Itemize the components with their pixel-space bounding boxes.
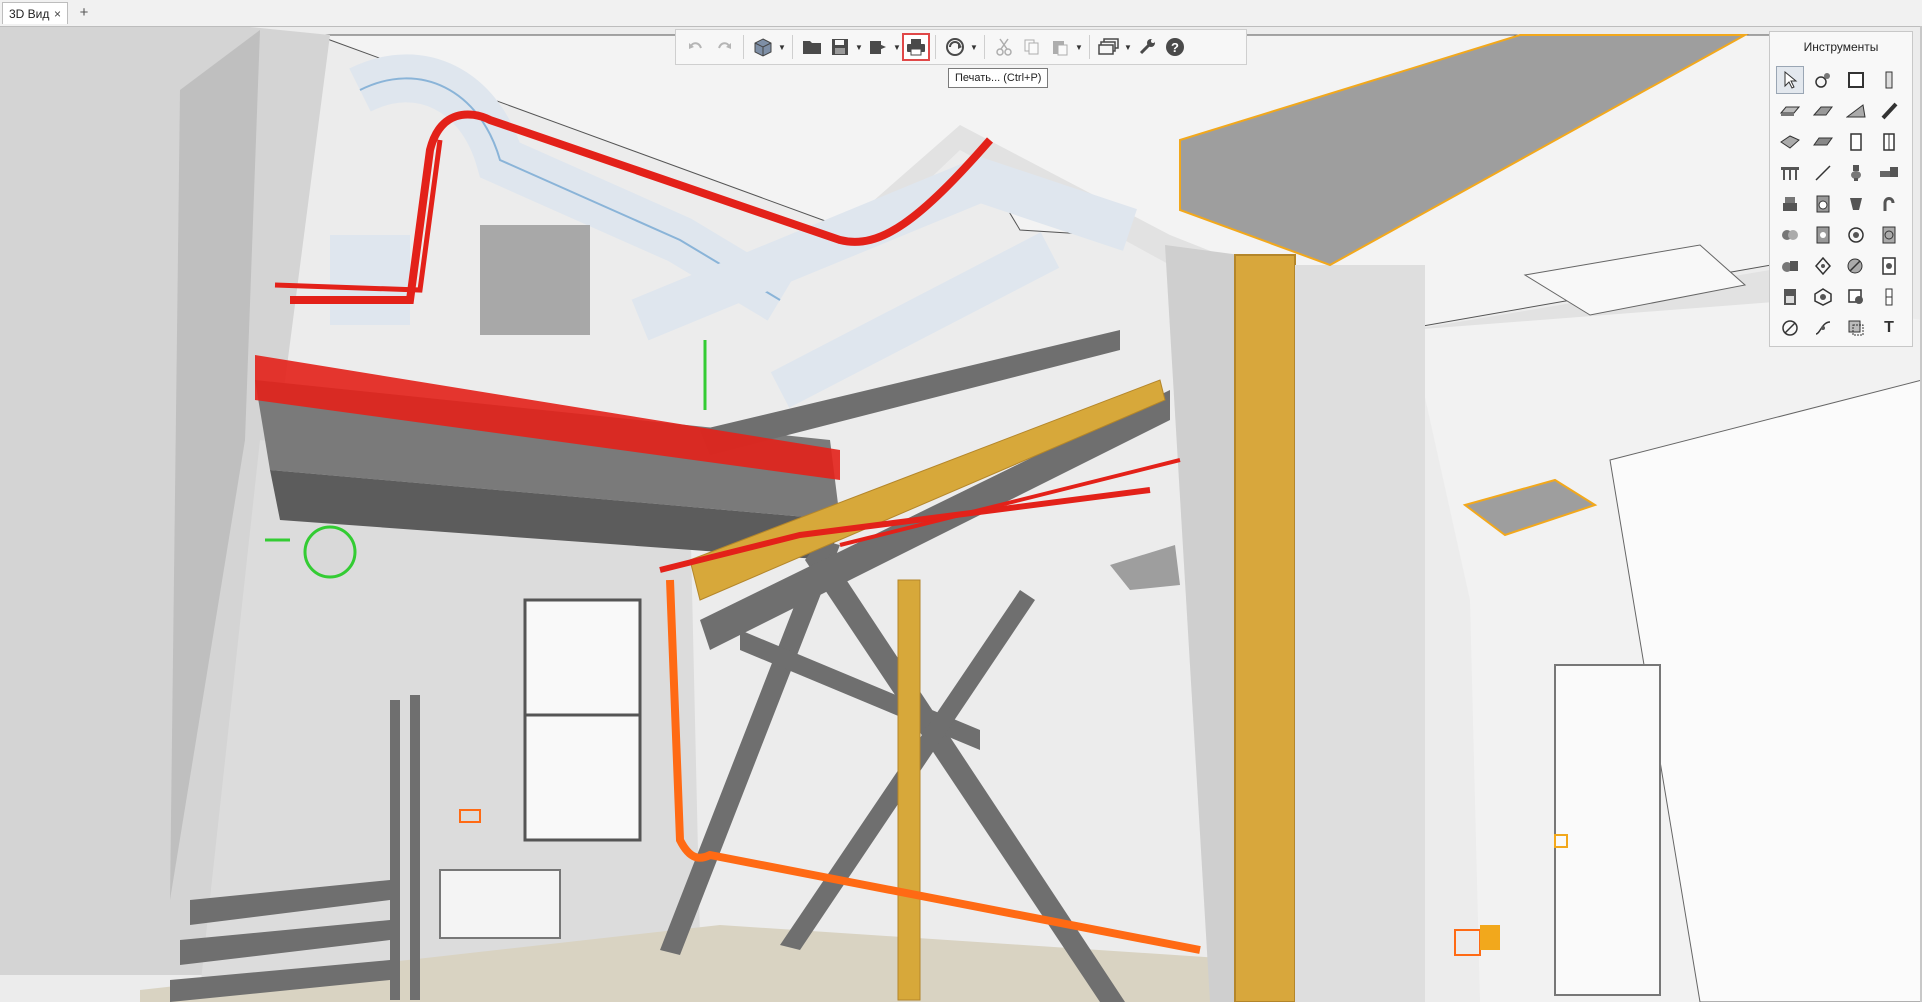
fan-icon[interactable] xyxy=(1875,221,1903,249)
lamp-icon[interactable] xyxy=(1809,252,1837,280)
document-tabbar: 3D Вид × + xyxy=(0,0,1922,27)
help-icon[interactable]: ? xyxy=(1161,33,1189,61)
add-tab-button[interactable]: + xyxy=(74,3,94,23)
3d-scene xyxy=(0,27,1922,1002)
equipment-icon[interactable] xyxy=(1776,252,1804,280)
print-icon[interactable] xyxy=(902,33,930,61)
switch-icon[interactable] xyxy=(1875,252,1903,280)
slab-icon[interactable] xyxy=(1776,97,1804,125)
fill-icon[interactable] xyxy=(1842,314,1870,342)
toilet-icon[interactable] xyxy=(1842,159,1870,187)
toolbar-separator xyxy=(743,35,744,59)
pump-icon[interactable] xyxy=(1842,221,1870,249)
toolbar-separator xyxy=(1089,35,1090,59)
export-icon[interactable] xyxy=(864,33,892,61)
main-toolbar: ▼ ▼ ▼ ▼ ▼ ▼ ? xyxy=(675,29,1247,65)
tools-panel: Инструменты T xyxy=(1769,31,1913,347)
wrench-icon[interactable] xyxy=(1133,33,1161,61)
fitting-icon[interactable] xyxy=(1842,190,1870,218)
undo-icon[interactable] xyxy=(682,33,710,61)
sync-icon[interactable] xyxy=(941,33,969,61)
chevron-down-icon[interactable]: ▼ xyxy=(1123,33,1133,61)
copy-icon[interactable] xyxy=(1018,33,1046,61)
cable-icon[interactable] xyxy=(1875,283,1903,311)
pointer-icon[interactable] xyxy=(1776,66,1804,94)
hatch-icon[interactable] xyxy=(1776,314,1804,342)
toolbar-separator xyxy=(792,35,793,59)
cut-icon[interactable] xyxy=(990,33,1018,61)
sensor-icon[interactable] xyxy=(1809,283,1837,311)
sink-icon[interactable] xyxy=(1776,190,1804,218)
valve-icon[interactable] xyxy=(1776,221,1804,249)
toolbar-separator xyxy=(935,35,936,59)
stairs-icon[interactable] xyxy=(1842,97,1870,125)
tools-grid: T xyxy=(1776,66,1908,342)
tools-panel-title: Инструменты xyxy=(1803,40,1879,54)
line-icon[interactable] xyxy=(1809,159,1837,187)
rectangle-tool-icon[interactable] xyxy=(1842,66,1870,94)
chevron-down-icon[interactable]: ▼ xyxy=(1074,33,1084,61)
toolbar-separator xyxy=(984,35,985,59)
boiler-icon[interactable] xyxy=(1809,221,1837,249)
duct-icon[interactable] xyxy=(1875,190,1903,218)
chevron-down-icon[interactable]: ▼ xyxy=(777,33,787,61)
tab-label: 3D Вид xyxy=(9,7,50,21)
wall-icon[interactable] xyxy=(1776,128,1804,156)
shape-tool-icon[interactable] xyxy=(1809,66,1837,94)
railing-icon[interactable] xyxy=(1776,159,1804,187)
chevron-down-icon[interactable]: ▼ xyxy=(969,33,979,61)
roof-icon[interactable] xyxy=(1809,97,1837,125)
outlet-icon[interactable] xyxy=(1842,283,1870,311)
chevron-down-icon[interactable]: ▼ xyxy=(892,33,902,61)
svg-text:?: ? xyxy=(1171,40,1179,55)
curtain-icon[interactable] xyxy=(1809,128,1837,156)
text-icon[interactable]: T xyxy=(1875,314,1903,342)
door-icon[interactable] xyxy=(1842,128,1870,156)
paste-icon[interactable] xyxy=(1046,33,1074,61)
chevron-down-icon[interactable]: ▼ xyxy=(854,33,864,61)
pipe-icon[interactable] xyxy=(1875,159,1903,187)
curve-icon[interactable] xyxy=(1809,314,1837,342)
close-icon[interactable]: × xyxy=(54,3,61,25)
redo-icon[interactable] xyxy=(710,33,738,61)
beam-icon[interactable] xyxy=(1875,97,1903,125)
washer-icon[interactable] xyxy=(1809,190,1837,218)
print-tooltip: Печать... (Ctrl+P) xyxy=(948,68,1049,88)
socket-icon[interactable] xyxy=(1842,252,1870,280)
window-icon[interactable] xyxy=(1875,128,1903,156)
tab-3d-view[interactable]: 3D Вид × xyxy=(2,2,68,24)
save-icon[interactable] xyxy=(826,33,854,61)
column-tool-icon[interactable] xyxy=(1875,66,1903,94)
cube-icon[interactable] xyxy=(749,33,777,61)
3d-viewport[interactable] xyxy=(0,27,1922,1002)
folder-open-icon[interactable] xyxy=(798,33,826,61)
layers-icon[interactable] xyxy=(1095,33,1123,61)
panel-icon[interactable] xyxy=(1776,283,1804,311)
